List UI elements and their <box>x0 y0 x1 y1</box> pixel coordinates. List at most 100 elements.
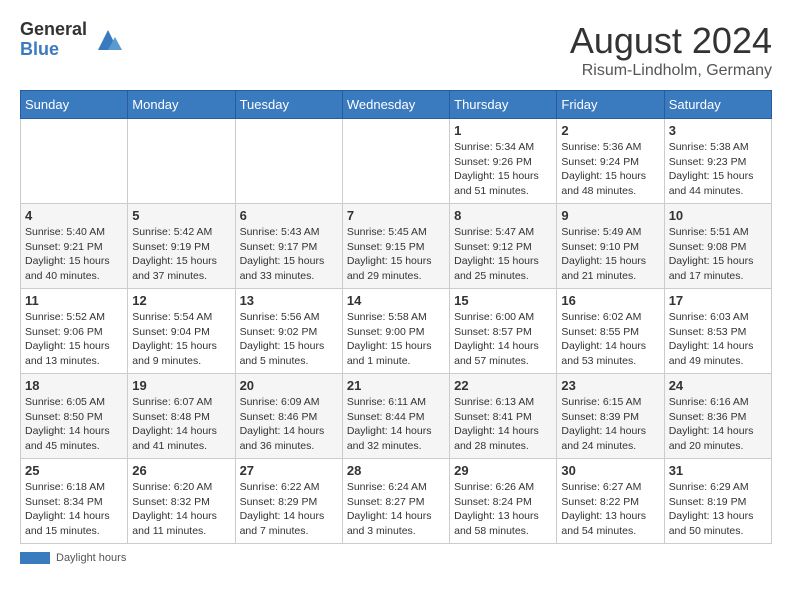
day-info: Sunrise: 6:16 AM Sunset: 8:36 PM Dayligh… <box>669 395 767 454</box>
day-info: Sunrise: 5:40 AM Sunset: 9:21 PM Dayligh… <box>25 225 123 284</box>
day-info: Sunrise: 6:26 AM Sunset: 8:24 PM Dayligh… <box>454 480 552 539</box>
day-number: 2 <box>561 123 659 138</box>
calendar-cell: 10Sunrise: 5:51 AM Sunset: 9:08 PM Dayli… <box>664 204 771 289</box>
calendar-header-friday: Friday <box>557 91 664 119</box>
day-info: Sunrise: 5:45 AM Sunset: 9:15 PM Dayligh… <box>347 225 445 284</box>
day-info: Sunrise: 6:02 AM Sunset: 8:55 PM Dayligh… <box>561 310 659 369</box>
calendar-cell: 18Sunrise: 6:05 AM Sunset: 8:50 PM Dayli… <box>21 374 128 459</box>
day-number: 11 <box>25 293 123 308</box>
day-number: 6 <box>240 208 338 223</box>
calendar-cell <box>235 119 342 204</box>
calendar-cell: 21Sunrise: 6:11 AM Sunset: 8:44 PM Dayli… <box>342 374 449 459</box>
calendar-week-row: 18Sunrise: 6:05 AM Sunset: 8:50 PM Dayli… <box>21 374 772 459</box>
daylight-bar-icon <box>20 552 50 564</box>
day-number: 28 <box>347 463 445 478</box>
calendar-header-sunday: Sunday <box>21 91 128 119</box>
calendar-cell <box>128 119 235 204</box>
calendar-cell: 3 Sunrise: 5:38 AM Sunset: 9:23 PM Daylig… <box>664 119 771 204</box>
day-number: 20 <box>240 378 338 393</box>
day-number: 9 <box>561 208 659 223</box>
calendar-cell: 25 Sunrise: 6:18 AM Sunset: 8:34 PM Dayli… <box>21 459 128 544</box>
calendar-header-tuesday: Tuesday <box>235 91 342 119</box>
day-info: Sunrise: 6:03 AM Sunset: 8:53 PM Dayligh… <box>669 310 767 369</box>
day-number: 12 <box>132 293 230 308</box>
page-header: General Blue August 2024 Risum-Lindholm,… <box>20 20 772 80</box>
day-info: Sunrise: 5:54 AM Sunset: 9:04 PM Dayligh… <box>132 310 230 369</box>
calendar-header-saturday: Saturday <box>664 91 771 119</box>
calendar-cell: 28 Sunrise: 6:24 AM Sunset: 8:27 PM Dayli… <box>342 459 449 544</box>
logo: General Blue <box>20 20 123 60</box>
calendar-week-row: 1 Sunrise: 5:34 AM Sunset: 9:26 PM Daylig… <box>21 119 772 204</box>
day-number: 4 <box>25 208 123 223</box>
day-number: 10 <box>669 208 767 223</box>
day-info: Sunrise: 6:15 AM Sunset: 8:39 PM Dayligh… <box>561 395 659 454</box>
calendar-cell: 15 Sunrise: 6:00 AM Sunset: 8:57 PM Dayli… <box>450 289 557 374</box>
calendar-cell: 17 Sunrise: 6:03 AM Sunset: 8:53 PM Dayli… <box>664 289 771 374</box>
day-info: Sunrise: 6:00 AM Sunset: 8:57 PM Dayligh… <box>454 310 552 369</box>
logo-general: General <box>20 20 87 40</box>
day-number: 24 <box>669 378 767 393</box>
calendar-header-wednesday: Wednesday <box>342 91 449 119</box>
day-number: 30 <box>561 463 659 478</box>
calendar-cell: 4 Sunrise: 5:40 AM Sunset: 9:21 PM Daylig… <box>21 204 128 289</box>
day-info: Sunrise: 6:24 AM Sunset: 8:27 PM Dayligh… <box>347 480 445 539</box>
calendar-cell: 26Sunrise: 6:20 AM Sunset: 8:32 PM Dayli… <box>128 459 235 544</box>
calendar-cell: 13 Sunrise: 5:56 AM Sunset: 9:02 PM Dayli… <box>235 289 342 374</box>
day-info: Sunrise: 6:13 AM Sunset: 8:41 PM Dayligh… <box>454 395 552 454</box>
calendar-header-monday: Monday <box>128 91 235 119</box>
day-number: 29 <box>454 463 552 478</box>
day-info: Sunrise: 5:49 AM Sunset: 9:10 PM Dayligh… <box>561 225 659 284</box>
title-section: August 2024 Risum-Lindholm, Germany <box>570 20 772 80</box>
calendar-cell: 31Sunrise: 6:29 AM Sunset: 8:19 PM Dayli… <box>664 459 771 544</box>
calendar-header-thursday: Thursday <box>450 91 557 119</box>
calendar-cell: 5Sunrise: 5:42 AM Sunset: 9:19 PM Daylig… <box>128 204 235 289</box>
day-number: 15 <box>454 293 552 308</box>
logo-icon <box>93 25 123 55</box>
day-number: 27 <box>240 463 338 478</box>
day-number: 25 <box>25 463 123 478</box>
calendar-cell <box>342 119 449 204</box>
day-info: Sunrise: 6:07 AM Sunset: 8:48 PM Dayligh… <box>132 395 230 454</box>
day-number: 13 <box>240 293 338 308</box>
day-info: Sunrise: 5:34 AM Sunset: 9:26 PM Dayligh… <box>454 140 552 199</box>
day-info: Sunrise: 5:56 AM Sunset: 9:02 PM Dayligh… <box>240 310 338 369</box>
calendar-week-row: 25 Sunrise: 6:18 AM Sunset: 8:34 PM Dayli… <box>21 459 772 544</box>
calendar-cell: 22 Sunrise: 6:13 AM Sunset: 8:41 PM Dayli… <box>450 374 557 459</box>
day-info: Sunrise: 5:38 AM Sunset: 9:23 PM Dayligh… <box>669 140 767 199</box>
day-number: 26 <box>132 463 230 478</box>
calendar-week-row: 11 Sunrise: 5:52 AM Sunset: 9:06 PM Dayli… <box>21 289 772 374</box>
calendar-cell: 2Sunrise: 5:36 AM Sunset: 9:24 PM Daylig… <box>557 119 664 204</box>
day-number: 18 <box>25 378 123 393</box>
calendar-week-row: 4 Sunrise: 5:40 AM Sunset: 9:21 PM Daylig… <box>21 204 772 289</box>
calendar-cell <box>21 119 128 204</box>
calendar-cell: 20Sunrise: 6:09 AM Sunset: 8:46 PM Dayli… <box>235 374 342 459</box>
day-number: 23 <box>561 378 659 393</box>
day-number: 8 <box>454 208 552 223</box>
day-number: 3 <box>669 123 767 138</box>
calendar-table: SundayMondayTuesdayWednesdayThursdayFrid… <box>20 90 772 544</box>
day-number: 21 <box>347 378 445 393</box>
calendar-cell: 7Sunrise: 5:45 AM Sunset: 9:15 PM Daylig… <box>342 204 449 289</box>
calendar-cell: 8 Sunrise: 5:47 AM Sunset: 9:12 PM Daylig… <box>450 204 557 289</box>
day-info: Sunrise: 5:47 AM Sunset: 9:12 PM Dayligh… <box>454 225 552 284</box>
daylight-label: Daylight hours <box>56 552 126 564</box>
calendar-cell: 29 Sunrise: 6:26 AM Sunset: 8:24 PM Dayli… <box>450 459 557 544</box>
calendar-cell: 11 Sunrise: 5:52 AM Sunset: 9:06 PM Dayli… <box>21 289 128 374</box>
calendar-cell: 6Sunrise: 5:43 AM Sunset: 9:17 PM Daylig… <box>235 204 342 289</box>
logo-blue: Blue <box>20 40 87 60</box>
day-number: 22 <box>454 378 552 393</box>
day-info: Sunrise: 6:27 AM Sunset: 8:22 PM Dayligh… <box>561 480 659 539</box>
calendar-cell: 23 Sunrise: 6:15 AM Sunset: 8:39 PM Dayli… <box>557 374 664 459</box>
calendar-cell: 19Sunrise: 6:07 AM Sunset: 8:48 PM Dayli… <box>128 374 235 459</box>
day-number: 14 <box>347 293 445 308</box>
logo-text: General Blue <box>20 20 87 60</box>
day-info: Sunrise: 6:29 AM Sunset: 8:19 PM Dayligh… <box>669 480 767 539</box>
day-number: 16 <box>561 293 659 308</box>
day-number: 5 <box>132 208 230 223</box>
calendar-cell: 1 Sunrise: 5:34 AM Sunset: 9:26 PM Daylig… <box>450 119 557 204</box>
day-info: Sunrise: 5:52 AM Sunset: 9:06 PM Dayligh… <box>25 310 123 369</box>
calendar-cell: 24 Sunrise: 6:16 AM Sunset: 8:36 PM Dayli… <box>664 374 771 459</box>
day-info: Sunrise: 6:18 AM Sunset: 8:34 PM Dayligh… <box>25 480 123 539</box>
day-number: 17 <box>669 293 767 308</box>
day-number: 1 <box>454 123 552 138</box>
